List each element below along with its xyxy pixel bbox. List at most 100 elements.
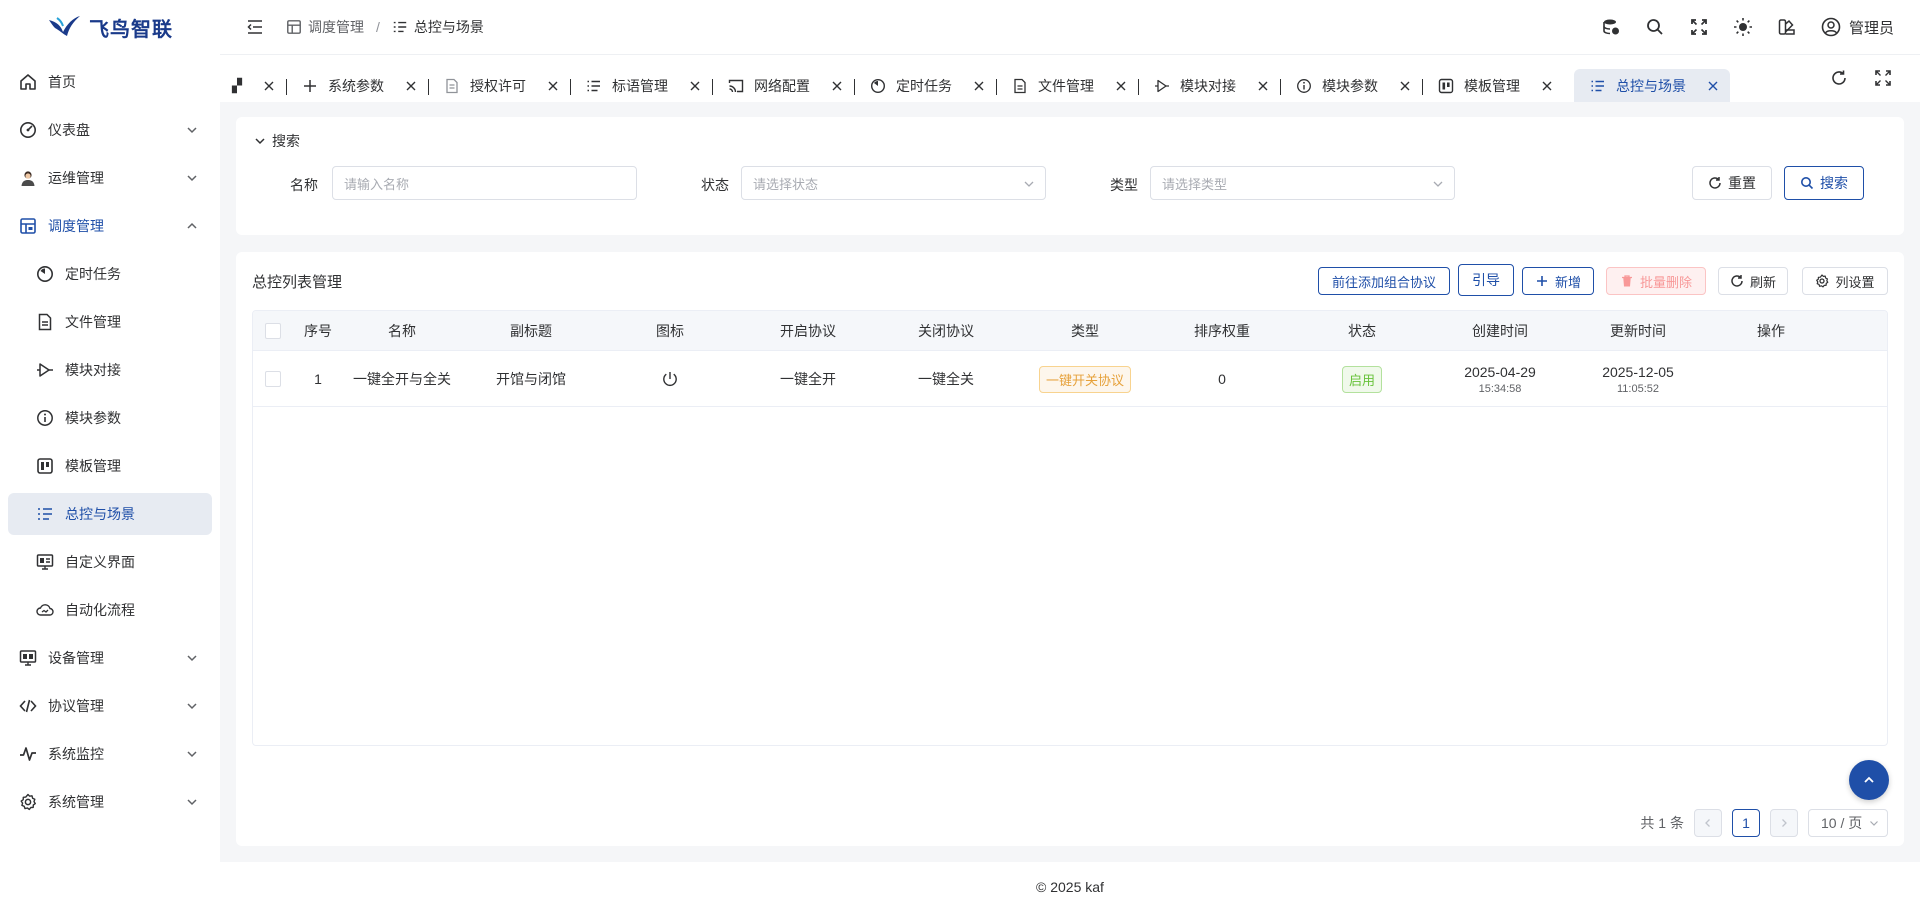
tab-license[interactable]: 授权许可	[428, 69, 570, 102]
license-icon	[446, 78, 458, 94]
column-header[interactable]: 操作	[1711, 311, 1831, 351]
column-header[interactable]: 名称	[343, 311, 461, 351]
tab-module-params[interactable]: 模块参数	[1280, 69, 1422, 102]
column-header[interactable]: 副标题	[461, 311, 601, 351]
tab-divider	[712, 79, 713, 95]
column-header[interactable]: 关闭协议	[877, 311, 1015, 351]
status-label: 状态	[701, 177, 729, 193]
updated-time: 11:05:52	[1616, 382, 1659, 395]
row-select-cell	[253, 351, 293, 407]
close-icon[interactable]	[974, 81, 984, 91]
type-select[interactable]: 请选择类型	[1150, 166, 1455, 200]
status-select[interactable]: 请选择状态	[741, 166, 1046, 200]
page-size-select[interactable]: 10 / 页	[1808, 809, 1888, 837]
user-menu[interactable]: 管理员	[1821, 17, 1894, 38]
sidebar-item-files[interactable]: 文件管理	[8, 301, 212, 343]
search-panel-toggle[interactable]: 搜索	[254, 131, 300, 151]
column-header[interactable]: 序号	[293, 311, 343, 351]
database-icon[interactable]	[1601, 17, 1621, 37]
sidebar-item-devices[interactable]: 设备管理	[8, 637, 212, 679]
column-header[interactable]: 类型	[1015, 311, 1155, 351]
sidebar-item-dashboard[interactable]: 仪表盘	[8, 109, 212, 151]
close-icon[interactable]	[690, 81, 700, 91]
tab-actions	[1830, 69, 1892, 87]
sidebar-item-master-scene[interactable]: 总控与场景	[8, 493, 212, 535]
tab-slogans[interactable]: 标语管理	[570, 69, 712, 102]
close-icon[interactable]	[1400, 81, 1410, 91]
sidebar-item-automation[interactable]: 自动化流程	[8, 589, 212, 631]
back-to-top-button[interactable]	[1849, 760, 1889, 800]
tab-label: 标语管理	[612, 78, 668, 94]
sidebar-item-module-params[interactable]: 模块参数	[8, 397, 212, 439]
next-page-button[interactable]	[1770, 809, 1798, 837]
breadcrumb-item[interactable]: 调度管理	[308, 17, 364, 37]
tab-templates[interactable]: 模板管理	[1422, 69, 1564, 102]
column-header[interactable]: 排序权重	[1155, 311, 1289, 351]
gear-icon	[1816, 274, 1829, 288]
fullscreen-icon[interactable]	[1874, 69, 1892, 87]
chevron-down-icon	[1024, 181, 1034, 187]
batch-delete-button[interactable]: 批量删除	[1606, 267, 1706, 295]
guide-button[interactable]: 引导	[1458, 264, 1514, 296]
sidebar-item-home[interactable]: 首页	[8, 61, 212, 103]
tab-master-scene[interactable]: 总控与场景	[1574, 69, 1730, 102]
reset-button[interactable]: 重置	[1692, 166, 1772, 200]
add-button[interactable]: 新增	[1522, 267, 1594, 295]
tab-files[interactable]: 文件管理	[996, 69, 1138, 102]
sidebar-item-templates[interactable]: 模板管理	[8, 445, 212, 487]
sidebar-item-module-connect[interactable]: 模块对接	[8, 349, 212, 391]
list-icon	[1591, 80, 1604, 92]
refresh-icon[interactable]	[1830, 69, 1848, 87]
close-icon[interactable]	[548, 81, 558, 91]
search-panel: 搜索 名称 请输入名称 状态 请选择状态 类型 请选择类型 重置 搜索	[236, 117, 1904, 235]
tab-module-connect[interactable]: 模块对接	[1138, 69, 1280, 102]
column-header[interactable]: 创建时间	[1435, 311, 1565, 351]
column-settings-button[interactable]: 列设置	[1802, 267, 1888, 295]
close-icon[interactable]	[1116, 81, 1126, 91]
page-size-value: 10 / 页	[1821, 815, 1863, 831]
close-icon[interactable]	[406, 81, 416, 91]
close-icon[interactable]	[832, 81, 842, 91]
close-icon[interactable]	[1542, 81, 1552, 91]
column-header[interactable]: 开启协议	[739, 311, 877, 351]
theme-palette-icon[interactable]	[1777, 17, 1797, 37]
prev-page-button[interactable]	[1694, 809, 1722, 837]
tab-system-params[interactable]: 系统参数	[286, 69, 428, 102]
breadcrumb: 调度管理 / 总控与场景	[286, 17, 484, 37]
sidebar-item-timed-tasks[interactable]: 定时任务	[8, 253, 212, 295]
sidebar-item-schedule[interactable]: 调度管理	[8, 205, 212, 247]
logo[interactable]: 飞鸟智联	[0, 0, 220, 54]
close-icon[interactable]	[264, 81, 274, 91]
sidebar-item-custom-ui[interactable]: 自定义界面	[8, 541, 212, 583]
sidebar-item-monitoring[interactable]: 系统监控	[8, 733, 212, 775]
select-all-checkbox[interactable]	[265, 323, 281, 339]
sidebar-item-protocols[interactable]: 协议管理	[8, 685, 212, 727]
sidebar-item-system[interactable]: 系统管理	[8, 781, 212, 823]
close-icon[interactable]	[1258, 81, 1268, 91]
page-number[interactable]: 1	[1732, 809, 1760, 837]
tab-network[interactable]: 网络配置	[712, 69, 854, 102]
tab-overflow-partial[interactable]: ▞	[220, 69, 286, 102]
table-row[interactable]: 1 一键全开与全关 开馆与闭馆 一键全开 一键全关 一键开关协议 0 启用 20…	[253, 351, 1887, 407]
schedule-icon	[18, 216, 38, 236]
goto-combo-protocol-button[interactable]: 前往添加组合协议	[1318, 267, 1450, 295]
name-input[interactable]: 请输入名称	[332, 166, 637, 200]
column-header[interactable]: 图标	[601, 311, 739, 351]
pagination: 共 1 条 1 10 / 页	[1640, 809, 1888, 837]
updated-date: 2025-12-05	[1602, 363, 1674, 380]
fullscreen-icon[interactable]	[1689, 17, 1709, 37]
sidebar: 飞鸟智联 首页 仪表盘 运维管理 调度管理 定时任务 文件管理 模块对接 模块参…	[0, 0, 220, 911]
search-button[interactable]: 搜索	[1784, 166, 1864, 200]
search-icon[interactable]	[1645, 17, 1665, 37]
column-header[interactable]: 状态	[1289, 311, 1435, 351]
close-icon[interactable]	[1708, 81, 1718, 91]
row-checkbox[interactable]	[265, 371, 281, 387]
tab-timed-tasks[interactable]: 定时任务	[854, 69, 996, 102]
sidebar-item-ops[interactable]: 运维管理	[8, 157, 212, 199]
column-settings-label: 列设置	[1835, 274, 1875, 290]
menu-collapse-icon[interactable]	[245, 17, 265, 37]
column-header[interactable]: 更新时间	[1565, 311, 1711, 351]
sun-icon[interactable]	[1733, 17, 1753, 37]
chevron-up-icon	[187, 222, 197, 229]
refresh-button[interactable]: 刷新	[1718, 267, 1788, 295]
